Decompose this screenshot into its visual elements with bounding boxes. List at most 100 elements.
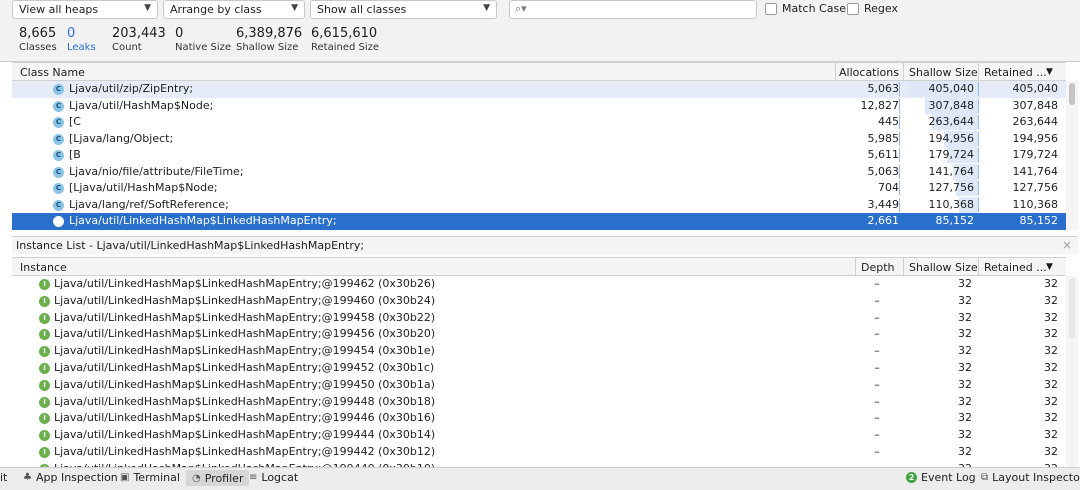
- table-row[interactable]: I Ljava/util/LinkedHashMap$LinkedHashMap…: [12, 394, 1066, 411]
- table-row[interactable]: C Ljava/util/LinkedHashMap$LinkedHashMap…: [12, 213, 1066, 230]
- instance-name: Ljava/util/LinkedHashMap$LinkedHashMapEn…: [54, 411, 436, 425]
- checkbox-box[interactable]: [847, 2, 859, 15]
- tool-window-bar: it ♣ App Inspection ▣ Terminal ◔ Profile…: [0, 467, 1080, 490]
- class-name: [B: [69, 148, 81, 161]
- shallow-size-value: 32: [958, 377, 972, 391]
- column-instance[interactable]: Instance: [20, 261, 67, 274]
- heap-summary: 8,665 Classes 0 Leaks 203,443 Count 0 Na…: [0, 22, 1080, 62]
- search-input[interactable]: ⌕▾: [509, 0, 757, 19]
- class-icon: C: [53, 150, 64, 161]
- close-icon[interactable]: ×: [1062, 238, 1072, 252]
- table-row[interactable]: I Ljava/util/LinkedHashMap$LinkedHashMap…: [12, 310, 1066, 327]
- shallow-size-value: 32: [958, 444, 972, 458]
- shallow-size-value: 32: [958, 428, 972, 442]
- column-class-name[interactable]: Class Name: [20, 66, 85, 79]
- depth-value: –: [874, 428, 880, 442]
- table-row[interactable]: I Ljava/util/LinkedHashMap$LinkedHashMap…: [12, 444, 1066, 461]
- allocations-value: 2,661: [867, 214, 900, 227]
- table-row[interactable]: I Ljava/util/LinkedHashMap$LinkedHashMap…: [12, 276, 1066, 293]
- size-bar-edge: [899, 181, 900, 195]
- retained-size-value: 32: [1044, 327, 1058, 341]
- table-row[interactable]: C Ljava/lang/ref/SoftReference; 3,449 11…: [12, 196, 1066, 214]
- class-name: [Ljava/lang/Object;: [69, 131, 174, 145]
- shallow-size-value: 32: [958, 277, 972, 290]
- layout-inspector-button[interactable]: ⧉ Layout Inspector: [981, 471, 1080, 484]
- class-name: Ljava/util/HashMap$Node;: [69, 98, 214, 112]
- toolbar: View all heaps ▼ Arrange by class ▼ Show…: [0, 0, 1080, 22]
- column-allocations[interactable]: Allocations: [836, 66, 899, 79]
- column-divider[interactable]: [903, 63, 904, 81]
- shallow-size-value: 405,040: [928, 82, 975, 95]
- column-divider[interactable]: [855, 258, 856, 276]
- match-case-checkbox[interactable]: Match Case: [765, 2, 846, 15]
- depth-value: –: [874, 293, 880, 307]
- table-row[interactable]: C Ljava/util/HashMap$Node; 12,827 307,84…: [12, 97, 1066, 115]
- tab-cut-off[interactable]: it: [0, 471, 7, 484]
- stat-label: Leaks: [67, 42, 96, 53]
- column-divider[interactable]: [903, 258, 904, 276]
- tab-label: App Inspection: [35, 471, 118, 484]
- retained-size-value: 32: [1044, 344, 1058, 358]
- instance-table-header: Instance Depth Shallow Size Retained ...…: [12, 257, 1066, 276]
- allocations-value: 5,985: [867, 131, 900, 145]
- regex-label: Regex: [864, 2, 898, 15]
- table-row[interactable]: I Ljava/util/LinkedHashMap$LinkedHashMap…: [12, 377, 1066, 394]
- profiler-icon: ◔: [192, 472, 201, 484]
- arrange-select[interactable]: Arrange by class ▼: [163, 0, 305, 19]
- class-icon: C: [53, 133, 64, 145]
- event-log-button[interactable]: 2 Event Log: [906, 471, 976, 484]
- column-depth[interactable]: Depth: [861, 261, 895, 274]
- table-row[interactable]: C [B 5,611 179,724 179,724: [12, 147, 1066, 164]
- table-row[interactable]: I Ljava/util/LinkedHashMap$LinkedHashMap…: [12, 360, 1066, 377]
- table-row[interactable]: I Ljava/util/LinkedHashMap$LinkedHashMap…: [12, 410, 1066, 427]
- table-row[interactable]: C [C 445 263,644 263,644: [12, 114, 1066, 131]
- table-row[interactable]: C [Ljava/util/HashMap$Node; 704 127,756 …: [12, 180, 1066, 197]
- scrollbar-thumb[interactable]: [1069, 278, 1075, 338]
- column-retained-size[interactable]: Retained ...: [984, 261, 1047, 274]
- table-row[interactable]: C Ljava/util/zip/ZipEntry; 5,063 405,040…: [12, 81, 1066, 98]
- tab-terminal[interactable]: ▣ Terminal: [120, 471, 180, 484]
- retained-size-value: 32: [1044, 444, 1058, 458]
- table-row[interactable]: C Ljava/nio/file/attribute/FileTime; 5,0…: [12, 163, 1066, 181]
- heap-select[interactable]: View all heaps ▼: [12, 0, 158, 19]
- column-shallow-size[interactable]: Shallow Size: [909, 261, 978, 274]
- instance-list-title: Instance List - Ljava/util/LinkedHashMap…: [16, 239, 365, 252]
- stat-value: 6,389,876: [236, 26, 303, 41]
- stat-label: Retained Size: [311, 42, 380, 53]
- tab-profiler[interactable]: ◔ Profiler: [186, 470, 250, 486]
- classes-select[interactable]: Show all classes ▼: [310, 0, 497, 19]
- allocations-value: 12,827: [860, 98, 900, 112]
- tab-logcat[interactable]: ≡ Logcat: [249, 471, 298, 484]
- instance-name: Ljava/util/LinkedHashMap$LinkedHashMapEn…: [54, 327, 436, 341]
- table-row[interactable]: I Ljava/util/LinkedHashMap$LinkedHashMap…: [12, 293, 1066, 310]
- column-divider[interactable]: [978, 258, 979, 276]
- class-name: Ljava/util/LinkedHashMap$LinkedHashMapEn…: [69, 214, 337, 227]
- column-retained-size[interactable]: Retained ...: [984, 66, 1047, 79]
- depth-value: –: [874, 310, 880, 324]
- table-row[interactable]: I Ljava/util/LinkedHashMap$LinkedHashMap…: [12, 427, 1066, 444]
- arrange-select-value: Arrange by class: [170, 3, 262, 16]
- instance-name: Ljava/util/LinkedHashMap$LinkedHashMapEn…: [54, 277, 436, 290]
- class-table-scrollbar[interactable]: [1066, 81, 1078, 230]
- stat-leaks[interactable]: 0 Leaks: [67, 26, 96, 54]
- column-divider[interactable]: [978, 63, 979, 81]
- instance-list-title-bar: Instance List - Ljava/util/LinkedHashMap…: [12, 236, 1078, 254]
- stat-classes: 8,665 Classes: [19, 26, 57, 54]
- table-row[interactable]: I Ljava/util/LinkedHashMap$LinkedHashMap…: [12, 343, 1066, 360]
- class-icon: C: [53, 100, 64, 112]
- table-row[interactable]: C [Ljava/lang/Object; 5,985 194,956 194,…: [12, 130, 1066, 148]
- retained-size-value: 32: [1044, 310, 1058, 324]
- sort-desc-icon[interactable]: ▼: [1046, 262, 1053, 272]
- event-log-label: Event Log: [921, 471, 976, 484]
- checkbox-box[interactable]: [765, 2, 777, 15]
- instance-table-scrollbar[interactable]: [1066, 276, 1078, 467]
- shallow-size-value: 32: [958, 344, 972, 358]
- table-row[interactable]: I Ljava/util/LinkedHashMap$LinkedHashMap…: [12, 326, 1066, 343]
- scrollbar-thumb[interactable]: [1069, 83, 1075, 105]
- column-shallow-size[interactable]: Shallow Size: [909, 66, 978, 79]
- tab-app-inspection[interactable]: ♣ App Inspection: [23, 471, 118, 484]
- depth-value: –: [874, 344, 880, 358]
- instance-icon: I: [39, 446, 50, 458]
- regex-checkbox[interactable]: Regex: [847, 2, 898, 15]
- sort-desc-icon[interactable]: ▼: [1046, 67, 1053, 77]
